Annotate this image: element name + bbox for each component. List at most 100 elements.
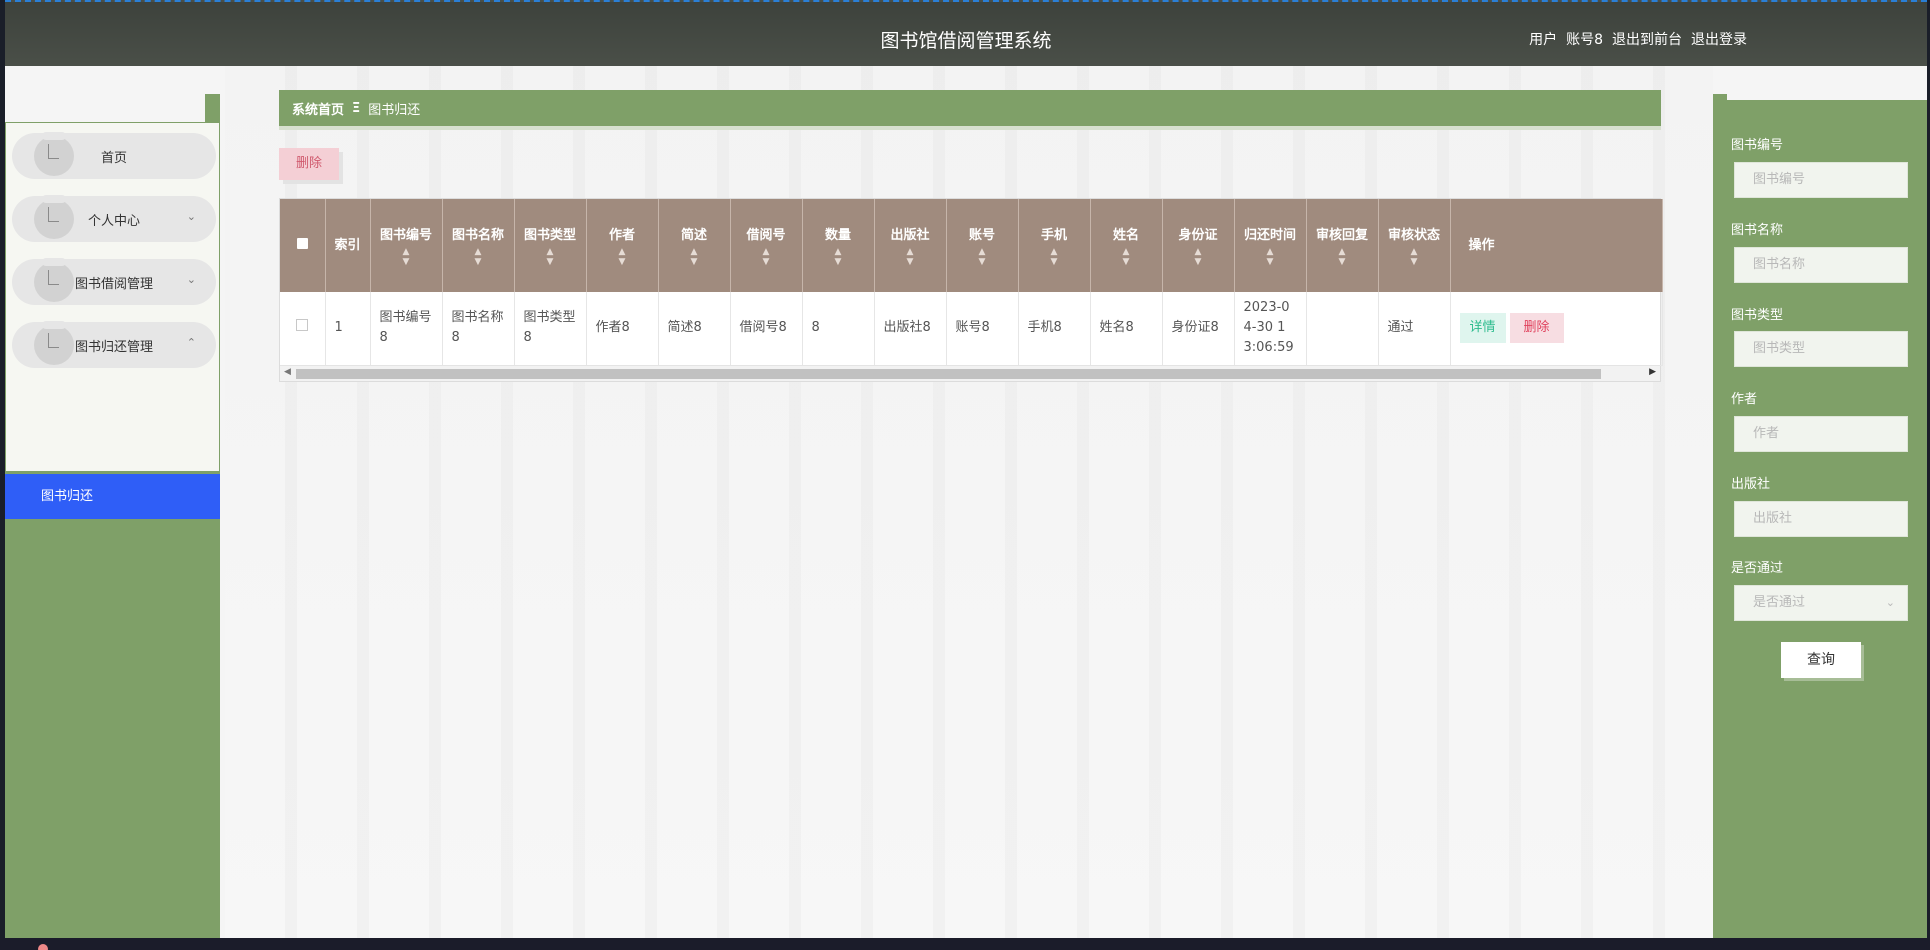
column-header[interactable]: 账号 ▲ ▼ [946, 199, 1019, 292]
sidebar-item-label: 图书借阅管理 [74, 276, 153, 292]
sort-icon[interactable]: ▲ ▼ [803, 247, 874, 267]
app-frame: 图书馆借阅管理系统 用户 账号8 退出到前台 退出登录 首页 个人中心 ⌄ 图书… [0, 0, 1930, 939]
top-header: 图书馆借阅管理系统 用户 账号8 退出到前台 退出登录 [5, 0, 1927, 66]
search-panel-cap [1713, 94, 1927, 122]
header-user-area: 用户 账号8 退出到前台 退出登录 [1529, 29, 1747, 49]
row-select-cell[interactable] [280, 292, 326, 366]
select-all-checkbox[interactable] [296, 237, 308, 249]
sidebar-item-label: 首页 [100, 150, 127, 166]
scroll-right-icon[interactable]: ▶ [1649, 367, 1656, 377]
breadcrumb: 系统首页 Ξ 图书归还 [279, 90, 1661, 130]
sidebar-item-home[interactable]: 首页 [12, 132, 216, 179]
select-all-header[interactable] [280, 199, 326, 292]
column-header[interactable]: 作者 ▲ ▼ [586, 199, 659, 292]
cell-review-status: 通过 [1378, 292, 1451, 366]
chevron-down-icon: ⌄ [186, 210, 196, 223]
column-header: 索引 [325, 199, 371, 292]
chevron-down-icon: ⌄ [186, 273, 196, 286]
sidebar-item-borrow-management[interactable]: 图书借阅管理 ⌄ [12, 258, 216, 305]
row-checkbox[interactable] [296, 319, 309, 332]
sort-icon[interactable]: ▲ ▼ [1307, 247, 1378, 267]
horizontal-scrollbar[interactable]: ◀ ▶ [280, 365, 1660, 381]
cell-borrow-no: 借阅号8 [730, 292, 803, 366]
cell-return-time: 2023-04-30 13:06:59 [1234, 292, 1307, 366]
column-header[interactable]: 借阅号 ▲ ▼ [730, 199, 803, 292]
column-header[interactable]: 审核回复 ▲ ▼ [1306, 199, 1379, 292]
sort-icon[interactable]: ▲ ▼ [731, 247, 802, 267]
cell-author: 作者8 [586, 292, 659, 366]
chevron-down-icon: ⌄ [1885, 596, 1895, 609]
table-header-row: 索引 图书编号 ▲ ▼ 图书名称 ▲ ▼ 图书类型 ▲ ▼ 作者 ▲ ▼ 简述 ▲ ▼ 借阅号 ▲ ▼ … [280, 199, 1663, 292]
cell-book-name: 图书名称8 [442, 292, 515, 366]
breadcrumb-current: 图书归还 [368, 102, 421, 118]
cell-review-reply [1306, 292, 1379, 366]
cell-publisher: 出版社8 [874, 292, 947, 366]
delete-button[interactable]: 删除 [1509, 313, 1564, 344]
query-button[interactable]: 查询 [1781, 642, 1861, 678]
search-input-book-name[interactable]: 图书名称 [1734, 247, 1908, 283]
sidebar-cap [5, 94, 220, 122]
column-header[interactable]: 简述 ▲ ▼ [658, 199, 731, 292]
sort-icon[interactable]: ▲ ▼ [1163, 247, 1234, 267]
column-header[interactable]: 数量 ▲ ▼ [802, 199, 875, 292]
sidebar-item-label: 个人中心 [87, 213, 140, 229]
sidebar-item-return-management[interactable]: 图书归还管理 ⌃ [12, 321, 216, 368]
column-header[interactable]: 身份证 ▲ ▼ [1162, 199, 1235, 292]
sidebar-subitem-book-return[interactable]: 图书归还 [5, 474, 220, 519]
sort-icon[interactable]: ▲ ▼ [1235, 247, 1306, 267]
detail-button[interactable]: 详情 [1459, 313, 1506, 344]
sidebar-item-personal-center[interactable]: 个人中心 ⌄ [12, 195, 216, 242]
search-label-book-type: 图书类型 [1731, 308, 1784, 323]
search-label-author: 作者 [1731, 392, 1758, 407]
sidebar-item-label: 图书归还管理 [74, 339, 153, 355]
sidebar-filler [5, 519, 220, 939]
data-table: 索引 图书编号 ▲ ▼ 图书名称 ▲ ▼ 图书类型 ▲ ▼ 作者 ▲ ▼ 简述 ▲ ▼ 借阅号 ▲ ▼ … [279, 198, 1663, 382]
scrollbar-thumb[interactable] [296, 369, 1601, 379]
search-input-book-type[interactable]: 图书类型 [1734, 331, 1908, 367]
search-label-book-name: 图书名称 [1731, 223, 1784, 238]
sort-icon[interactable]: ▲ ▼ [947, 247, 1018, 267]
batch-delete-button[interactable]: 删除 [279, 148, 339, 180]
sort-icon[interactable]: ▲ ▼ [587, 247, 658, 267]
scroll-left-icon[interactable]: ◀ [284, 367, 291, 377]
cell-account: 账号8 [946, 292, 1019, 366]
cell-phone: 手机8 [1018, 292, 1091, 366]
column-header[interactable]: 图书名称 ▲ ▼ [442, 199, 515, 292]
column-header[interactable]: 姓名 ▲ ▼ [1090, 199, 1163, 292]
app-dot-icon [38, 944, 48, 950]
os-taskbar [0, 938, 1930, 950]
search-select-approved[interactable]: 是否通过 ⌄ [1734, 585, 1908, 621]
breadcrumb-separator: Ξ [352, 100, 361, 116]
search-label-approved: 是否通过 [1731, 561, 1784, 576]
search-label-book-no: 图书编号 [1731, 138, 1784, 153]
sort-icon[interactable]: ▲ ▼ [1379, 247, 1450, 267]
cell-book-type: 图书类型8 [514, 292, 587, 366]
column-header[interactable]: 图书类型 ▲ ▼ [514, 199, 587, 292]
logout-link[interactable]: 退出登录 [1691, 29, 1747, 49]
search-input-author[interactable]: 作者 [1734, 416, 1908, 452]
column-header[interactable]: 手机 ▲ ▼ [1018, 199, 1091, 292]
username: 账号8 [1566, 32, 1603, 48]
cell-id-card: 身份证8 [1162, 292, 1235, 366]
column-header[interactable]: 审核状态 ▲ ▼ [1378, 199, 1451, 292]
table-row: 1 图书编号8 图书名称8 图书类型8 作者8 简述8 借阅号8 8 出版社8 … [280, 292, 1663, 366]
sidebar: 首页 个人中心 ⌄ 图书借阅管理 ⌄ 图书归还管理 ⌃ 图书归还 [5, 94, 220, 939]
cell-summary: 简述8 [658, 292, 731, 366]
cell-index: 1 [325, 292, 371, 366]
sort-icon[interactable]: ▲ ▼ [659, 247, 730, 267]
column-header[interactable]: 出版社 ▲ ▼ [874, 199, 947, 292]
search-input-publisher[interactable]: 出版社 [1734, 501, 1908, 537]
exit-to-front-link[interactable]: 退出到前台 [1612, 29, 1682, 49]
column-header[interactable]: 归还时间 ▲ ▼ [1234, 199, 1307, 292]
search-input-book-no[interactable]: 图书编号 [1734, 162, 1908, 198]
sort-icon[interactable]: ▲ ▼ [875, 247, 946, 267]
sort-icon[interactable]: ▲ ▼ [371, 247, 442, 267]
sort-icon[interactable]: ▲ ▼ [1091, 247, 1162, 267]
column-header[interactable]: 图书编号 ▲ ▼ [370, 199, 443, 292]
sort-icon[interactable]: ▲ ▼ [443, 247, 514, 267]
sort-icon[interactable]: ▲ ▼ [1019, 247, 1090, 267]
sort-icon[interactable]: ▲ ▼ [515, 247, 586, 267]
breadcrumb-home[interactable]: 系统首页 [292, 99, 344, 118]
search-panel: 图书编号 图书编号 图书名称 图书名称 图书类型 图书类型 作者 作者 出版社 … [1713, 94, 1927, 938]
user-role: 用户 [1529, 32, 1558, 48]
